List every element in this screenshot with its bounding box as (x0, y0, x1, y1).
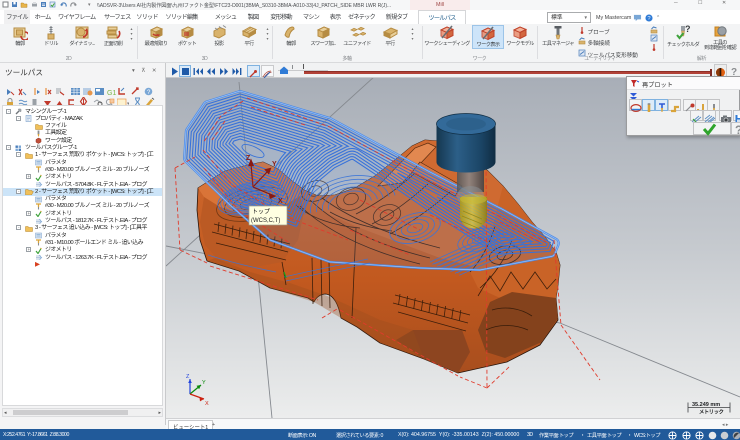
svg-text:?: ? (735, 123, 740, 136)
svg-text:トップ: トップ (252, 209, 270, 216)
svg-text:Z: Z (246, 155, 251, 162)
svg-text:35.249 mm: 35.249 mm (692, 402, 720, 408)
svg-text:?: ? (685, 25, 690, 34)
svg-text:Y: Y (202, 380, 206, 386)
svg-text:?: ? (647, 16, 650, 22)
svg-text:X: X (205, 401, 209, 407)
svg-text:(WCS,C,T): (WCS,C,T) (251, 218, 280, 224)
svg-text:Y: Y (272, 161, 277, 168)
svg-text:メトリック: メトリック (699, 408, 724, 416)
svg-text:X: X (278, 198, 283, 205)
